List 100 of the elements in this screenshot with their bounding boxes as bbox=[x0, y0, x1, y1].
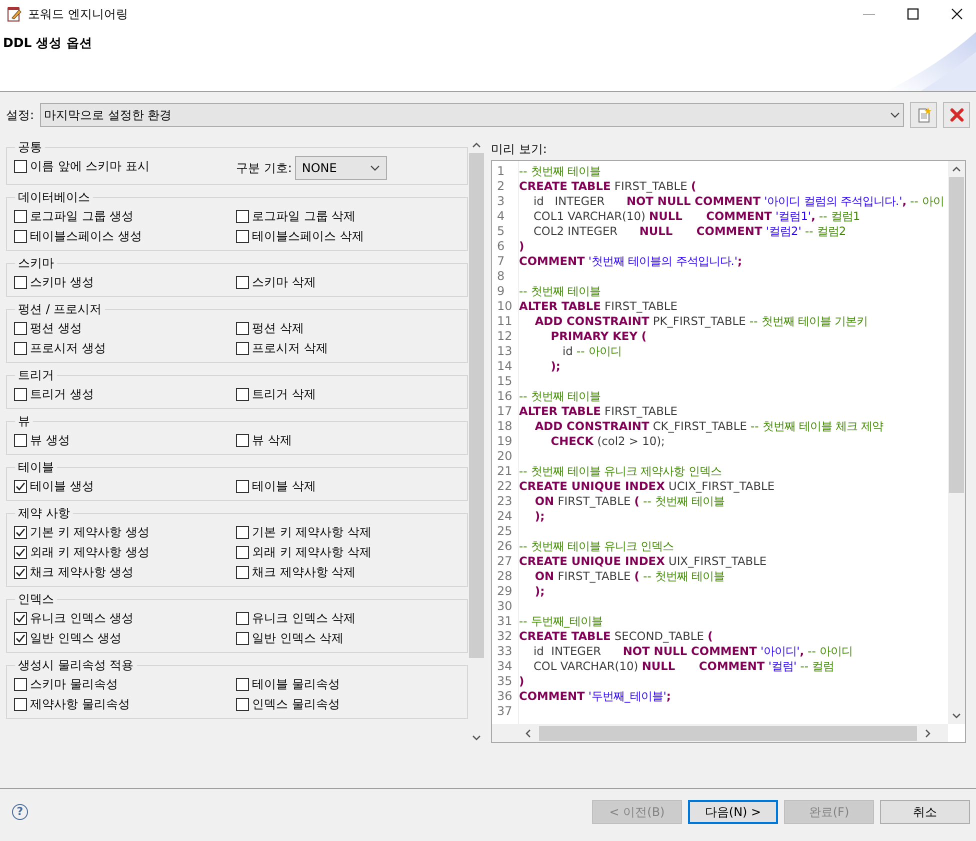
checkbox[interactable] bbox=[14, 276, 27, 288]
checkbox-label[interactable]: 인덱스 물리속성 bbox=[252, 695, 340, 713]
checkbox[interactable] bbox=[14, 698, 27, 710]
line-number: 4 bbox=[497, 209, 505, 223]
checkbox[interactable] bbox=[14, 434, 27, 446]
help-icon[interactable]: ? bbox=[12, 804, 28, 820]
checkbox-label[interactable]: 테이블스페이스 삭제 bbox=[252, 227, 364, 245]
code-line: ); bbox=[534, 509, 545, 523]
checkbox-label[interactable]: 일반 인덱스 생성 bbox=[30, 629, 122, 647]
checkbox-label[interactable]: 채크 제약사항 생성 bbox=[30, 563, 134, 581]
line-number: 13 bbox=[497, 344, 512, 358]
checkbox-label[interactable]: 외래 키 제약사항 생성 bbox=[30, 543, 150, 561]
checkbox[interactable] bbox=[236, 546, 249, 558]
code-line: -- 첫번째 테이블 유니크 인덱스 bbox=[519, 539, 674, 553]
separator-dropdown[interactable]: NONE bbox=[294, 156, 387, 180]
checkbox-label[interactable]: 트리거 삭제 bbox=[252, 385, 316, 403]
checkbox-label[interactable]: 뷰 생성 bbox=[30, 431, 70, 449]
line-number: 29 bbox=[497, 584, 512, 598]
wizard-button[interactable]: 다음(N) > bbox=[688, 800, 778, 824]
group-title: 제약 사항 bbox=[15, 505, 73, 521]
line-number: 27 bbox=[497, 554, 512, 568]
line-number: 19 bbox=[497, 434, 512, 448]
checkbox-label[interactable]: 이름 앞에 스키마 표시 bbox=[30, 157, 150, 175]
line-number: 35 bbox=[497, 674, 512, 688]
code-line: ) bbox=[519, 674, 524, 688]
checkbox-label[interactable]: 테이블 물리속성 bbox=[252, 675, 340, 693]
checkbox-label[interactable]: 프로시저 삭제 bbox=[252, 339, 328, 357]
checkbox[interactable] bbox=[236, 678, 249, 690]
checkbox-label[interactable]: 펑션 생성 bbox=[30, 319, 82, 337]
checkbox-label[interactable]: 스키마 삭제 bbox=[252, 273, 316, 291]
checkbox-label[interactable]: 테이블 삭제 bbox=[252, 477, 316, 495]
checkbox-label[interactable]: 트리거 생성 bbox=[30, 385, 94, 403]
checkbox[interactable] bbox=[14, 546, 27, 558]
checkbox[interactable] bbox=[236, 480, 249, 492]
code-line: CREATE UNIQUE INDEX UIX_FIRST_TABLE bbox=[519, 554, 767, 568]
close-icon[interactable] bbox=[950, 7, 964, 21]
checkbox[interactable] bbox=[14, 678, 27, 690]
checkbox-label[interactable]: 유니크 인덱스 삭제 bbox=[252, 609, 356, 627]
checkbox-label[interactable]: 테이블 생성 bbox=[30, 477, 94, 495]
checkbox[interactable] bbox=[236, 566, 249, 578]
preview-label: 미리 보기: bbox=[491, 142, 547, 156]
checkbox-label[interactable]: 프로시저 생성 bbox=[30, 339, 106, 357]
checkbox-label[interactable]: 테이블스페이스 생성 bbox=[30, 227, 142, 245]
line-number: 36 bbox=[497, 689, 512, 703]
checkbox[interactable] bbox=[236, 210, 249, 222]
checkbox[interactable] bbox=[236, 698, 249, 710]
checkbox-label[interactable]: 로그파일 그룹 생성 bbox=[30, 207, 134, 225]
checkbox[interactable] bbox=[236, 434, 249, 446]
checkbox-label[interactable]: 기본 키 제약사항 생성 bbox=[30, 523, 150, 541]
maximize-icon[interactable] bbox=[906, 7, 920, 21]
checkbox[interactable] bbox=[14, 632, 27, 644]
scrollbar-thumb[interactable] bbox=[539, 726, 917, 740]
checkbox[interactable] bbox=[236, 342, 249, 354]
group-title: 뷰 bbox=[15, 413, 33, 429]
group-title: 테이블 bbox=[15, 459, 57, 475]
checkbox[interactable] bbox=[14, 322, 27, 334]
wizard-button[interactable]: 취소 bbox=[880, 800, 970, 824]
group-title: 생성시 물리속성 적용 bbox=[15, 657, 137, 673]
checkbox-label[interactable]: 유니크 인덱스 생성 bbox=[30, 609, 134, 627]
line-number: 32 bbox=[497, 629, 512, 643]
scrollbar-thumb[interactable] bbox=[469, 153, 484, 658]
checkbox[interactable] bbox=[236, 632, 249, 644]
checkbox-label[interactable]: 뷰 삭제 bbox=[252, 431, 292, 449]
checkbox[interactable] bbox=[236, 388, 249, 400]
checkbox[interactable] bbox=[14, 526, 27, 538]
checkbox[interactable] bbox=[14, 612, 27, 624]
checkbox-label[interactable]: 펑션 삭제 bbox=[252, 319, 304, 337]
code-line: ADD CONSTRAINT PK_FIRST_TABLE -- 첫번째 테이블 기본키 bbox=[534, 314, 868, 328]
scrollbar[interactable] bbox=[492, 724, 948, 742]
checkbox[interactable] bbox=[236, 276, 249, 288]
new-settings-button[interactable] bbox=[910, 102, 937, 128]
checkbox[interactable] bbox=[14, 566, 27, 578]
checkbox-label[interactable]: 스키마 물리속성 bbox=[30, 675, 118, 693]
settings-dropdown[interactable]: 마지막으로 설정한 환경 bbox=[40, 103, 904, 127]
group-title: 스키마 bbox=[15, 255, 57, 271]
checkbox[interactable] bbox=[14, 160, 27, 172]
checkbox[interactable] bbox=[236, 230, 249, 242]
checkbox-label[interactable]: 외래 키 제약사항 삭제 bbox=[252, 543, 372, 561]
delete-settings-button[interactable] bbox=[943, 102, 970, 128]
checkbox[interactable] bbox=[14, 342, 27, 354]
checkbox[interactable] bbox=[14, 480, 27, 492]
group-title: 공통 bbox=[15, 139, 45, 155]
checkbox[interactable] bbox=[14, 230, 27, 242]
line-number: 14 bbox=[497, 359, 512, 373]
checkbox[interactable] bbox=[236, 526, 249, 538]
chevron-down-icon bbox=[890, 112, 900, 118]
checkbox-label[interactable]: 제약사항 물리속성 bbox=[30, 695, 130, 713]
checkbox[interactable] bbox=[236, 322, 249, 334]
checkbox-label[interactable]: 채크 제약사항 삭제 bbox=[252, 563, 356, 581]
checkbox[interactable] bbox=[14, 210, 27, 222]
checkbox[interactable] bbox=[14, 388, 27, 400]
checkbox-label[interactable]: 스키마 생성 bbox=[30, 273, 94, 291]
window-title: 포워드 엔지니어링 bbox=[28, 6, 128, 23]
scrollbar[interactable] bbox=[948, 161, 965, 724]
checkbox-label[interactable]: 기본 키 제약사항 삭제 bbox=[252, 523, 372, 541]
checkbox[interactable] bbox=[236, 612, 249, 624]
checkbox-label[interactable]: 로그파일 그룹 삭제 bbox=[252, 207, 356, 225]
line-number: 22 bbox=[497, 479, 512, 493]
scrollbar-thumb[interactable] bbox=[949, 177, 964, 493]
checkbox-label[interactable]: 일반 인덱스 삭제 bbox=[252, 629, 344, 647]
